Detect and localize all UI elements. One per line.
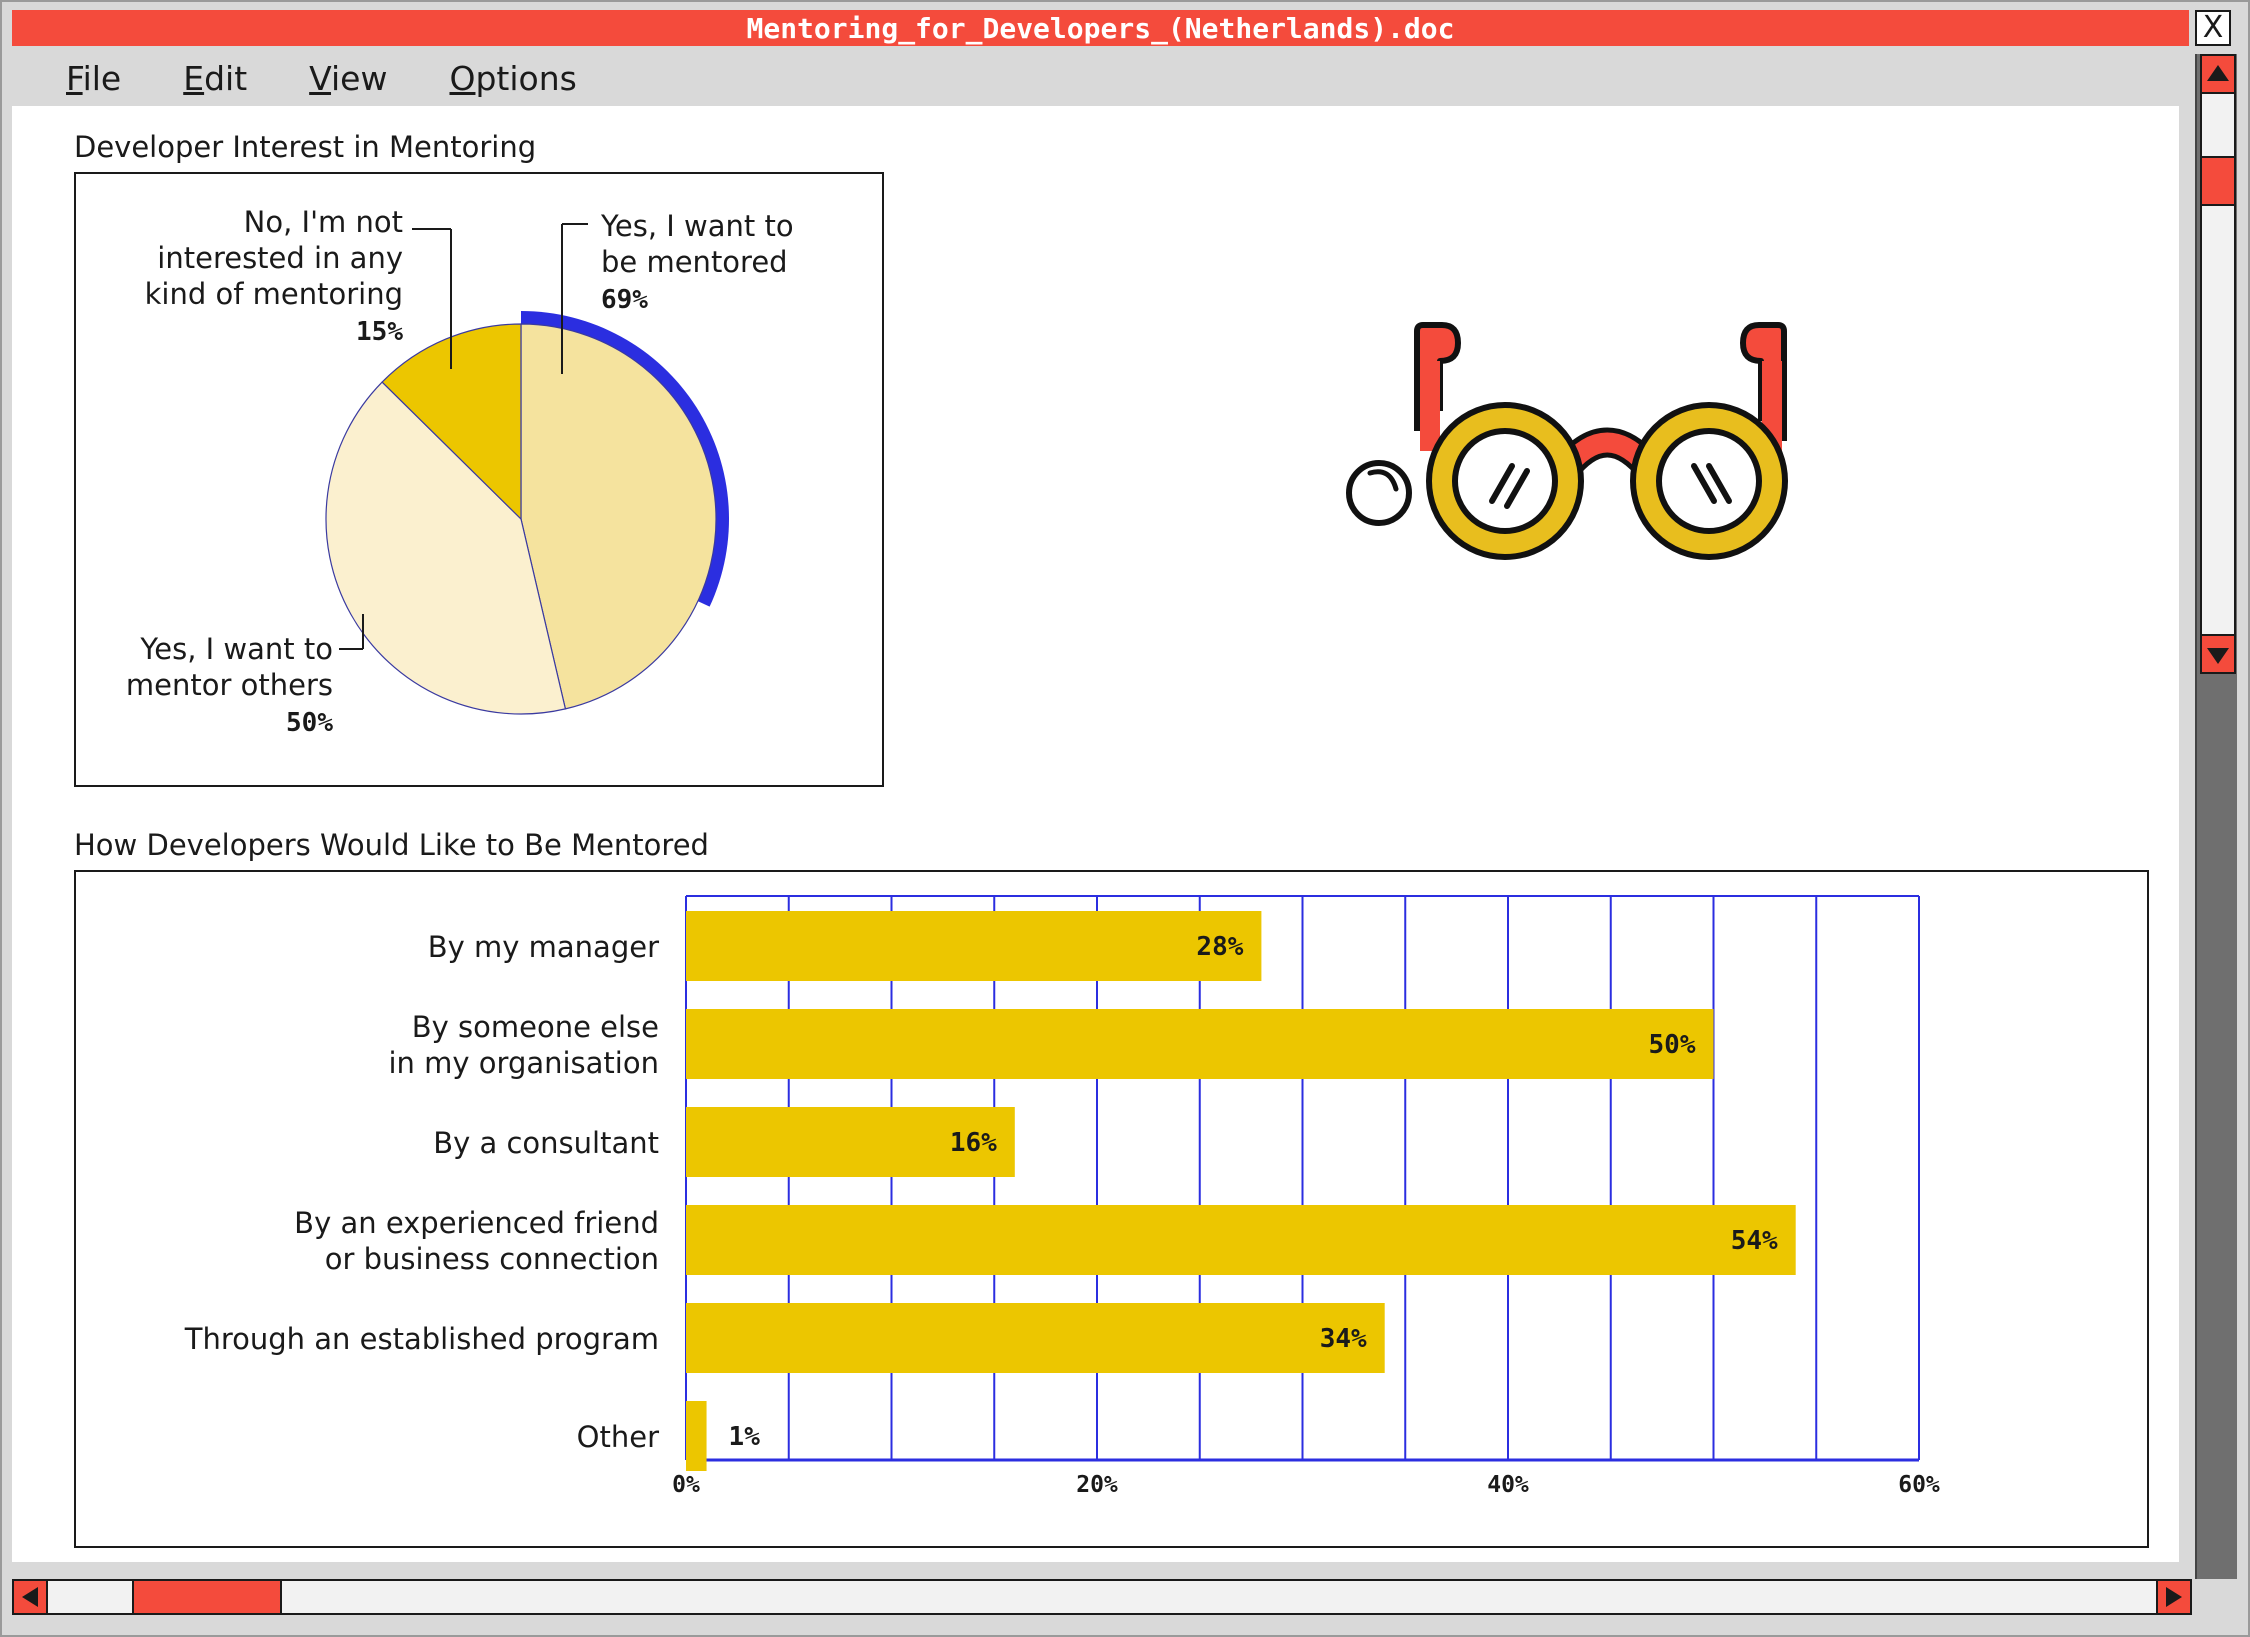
menu-edit-mnemonic: E xyxy=(183,58,205,98)
menu-options-label: ptions xyxy=(475,58,577,98)
app-window: Mentoring_for_Developers_(Netherlands).d… xyxy=(0,0,2250,1637)
x-tick-label: 0% xyxy=(672,1472,700,1498)
x-tick-label: 60% xyxy=(1898,1472,1940,1498)
pie-slice-label: No, I'm not xyxy=(244,205,403,239)
scroll-right-button[interactable] xyxy=(2156,1579,2192,1615)
menu-bar: File Edit View Options xyxy=(12,52,2182,104)
vertical-scrollbar[interactable] xyxy=(2195,54,2237,1579)
x-tick-label: 20% xyxy=(1076,1472,1118,1498)
scroll-down-button[interactable] xyxy=(2200,634,2236,674)
menu-edit-label: dit xyxy=(204,58,248,98)
bar xyxy=(686,1401,707,1471)
pie-slice-value: 69% xyxy=(601,285,648,315)
menu-file[interactable]: File xyxy=(66,59,121,98)
bar xyxy=(686,1303,1385,1373)
glasses-icon xyxy=(1346,322,1788,560)
menu-view-label: iew xyxy=(331,58,388,98)
category-label: in my organisation xyxy=(389,1046,660,1080)
horizontal-scrollbar[interactable] xyxy=(12,1579,2192,1615)
bar-chart-title: How Developers Would Like to Be Mentored xyxy=(74,828,709,862)
bar-value-label: 54% xyxy=(1731,1226,1778,1256)
menu-view-mnemonic: V xyxy=(309,58,332,98)
menu-file-label: ile xyxy=(82,58,122,98)
bar-value-label: 28% xyxy=(1196,932,1243,962)
scroll-up-button[interactable] xyxy=(2200,54,2236,94)
pie-slice-value: 15% xyxy=(356,317,403,347)
arrow-down-icon xyxy=(2207,648,2229,664)
category-label: By my manager xyxy=(428,930,659,964)
category-label: Through an established program xyxy=(184,1322,659,1356)
bar xyxy=(686,911,1262,981)
scroll-left-button[interactable] xyxy=(12,1579,48,1615)
category-label: By an experienced friend xyxy=(294,1206,659,1240)
menu-view[interactable]: View xyxy=(309,59,387,98)
arrow-up-icon xyxy=(2207,65,2229,81)
pie-slice-label: Yes, I want to xyxy=(139,632,333,666)
arrow-right-icon xyxy=(2166,1587,2182,1607)
menu-options[interactable]: Options xyxy=(449,59,576,98)
pie-chart: Yes, I want tobe mentored69%No, I'm noti… xyxy=(126,205,794,738)
category-label: By a consultant xyxy=(433,1126,659,1160)
vertical-scroll-thumb[interactable] xyxy=(2200,156,2236,206)
bar-value-label: 50% xyxy=(1649,1030,1696,1060)
category-label: By someone else xyxy=(412,1010,659,1044)
x-tick-label: 40% xyxy=(1487,1472,1529,1498)
menu-edit[interactable]: Edit xyxy=(183,59,247,98)
horizontal-scroll-thumb[interactable] xyxy=(132,1579,282,1615)
pie-slice-label: be mentored xyxy=(601,245,788,279)
pie-slice-value: 50% xyxy=(286,708,333,738)
vertical-scroll-track[interactable] xyxy=(2200,54,2236,669)
pie-chart-panel: Yes, I want to be mentored 69% No, I'm not i… xyxy=(74,172,884,787)
close-button[interactable]: X xyxy=(2195,10,2231,46)
pie-slice-label: interested in any xyxy=(157,241,403,275)
bar-value-label: 1% xyxy=(729,1422,761,1452)
menu-options-mnemonic: O xyxy=(449,58,476,98)
category-label: or business connection xyxy=(325,1242,659,1276)
pie-chart-title: Developer Interest in Mentoring xyxy=(74,130,537,164)
arrow-left-icon xyxy=(22,1587,38,1607)
close-icon: X xyxy=(2202,10,2224,45)
pie-slice-label: Yes, I want to xyxy=(600,209,794,243)
pie-slice-label: mentor others xyxy=(126,668,333,702)
bar xyxy=(686,1009,1714,1079)
window-title: Mentoring_for_Developers_(Netherlands).d… xyxy=(746,11,1455,45)
bar-chart-panel: 28% By my manager 50% By someone else in my … xyxy=(74,870,2149,1548)
pie-slice-label: kind of mentoring xyxy=(145,277,403,311)
bar-value-label: 34% xyxy=(1320,1324,1367,1354)
bar-value-label: 16% xyxy=(950,1128,997,1158)
title-bar[interactable]: Mentoring_for_Developers_(Netherlands).d… xyxy=(12,10,2189,46)
bar-chart: 28% By my manager 50% By someone elsein my … xyxy=(184,895,1940,1498)
bar xyxy=(686,1205,1796,1275)
category-label: Other xyxy=(577,1420,659,1454)
document-area[interactable]: Developer Interest in Mentoring Yes, I w… xyxy=(12,106,2179,1562)
menu-file-mnemonic: F xyxy=(66,58,83,98)
